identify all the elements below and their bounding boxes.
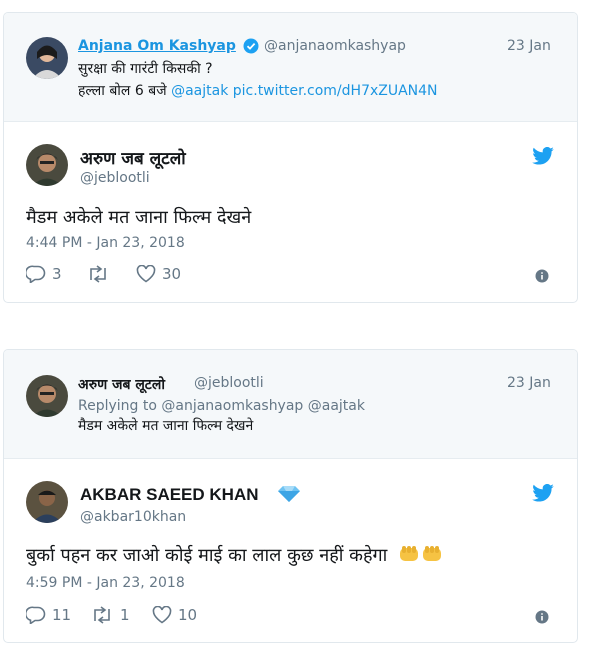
quoted-text-prefix: हल्ला बोल 6 बजे (78, 83, 167, 99)
like-count: 10 (178, 606, 198, 624)
avatar[interactable] (26, 375, 68, 417)
like-button[interactable]: 30 (136, 265, 181, 283)
author-handle[interactable]: @akbar10khan (80, 509, 186, 525)
quoted-text: मैडम अकेले मत जाना फिल्म देखने (78, 418, 254, 434)
quoted-author-handle[interactable]: @jeblootli (194, 375, 264, 391)
retweet-icon (90, 265, 106, 283)
tweet-text-body: बुर्का पहन कर जाओ कोई माई का लाल कुछ नही… (26, 545, 388, 566)
retweet-button[interactable] (86, 265, 116, 283)
verified-badge-icon (243, 38, 259, 58)
author-name[interactable]: AKBAR SAEED KHAN (80, 485, 259, 505)
quoted-text-line-2: हल्ला बोल 6 बजे @aajtak pic.twitter.com/… (78, 82, 438, 101)
quoted-date[interactable]: 23 Jan (507, 38, 551, 54)
info-icon[interactable] (535, 609, 549, 628)
like-button[interactable]: 10 (152, 606, 197, 624)
replying-to[interactable]: Replying to @anjanaomkashyap @aajtak (78, 397, 365, 416)
retweet-count: 1 (120, 606, 130, 624)
quoted-date[interactable]: 23 Jan (507, 375, 551, 391)
retweet-icon (94, 606, 110, 624)
like-count: 30 (162, 265, 182, 283)
info-icon[interactable] (535, 268, 549, 287)
quoted-tweet[interactable]: Anjana Om Kashyap @anjanaomkashyap 23 Ja… (4, 13, 577, 122)
heart-icon (136, 265, 156, 283)
diamond-emoji-icon (278, 486, 300, 506)
reply-button[interactable]: 11 (26, 606, 71, 624)
tweet-text: मैडम अकेले मत जाना फिल्म देखने (26, 207, 252, 228)
author-name[interactable]: अरुण जब लूटलो (80, 146, 186, 169)
avatar[interactable] (26, 144, 68, 186)
tweet-timestamp[interactable]: 4:44 PM - Jan 23, 2018 (26, 235, 185, 251)
fist-emoji-icon (399, 545, 443, 568)
reply-icon (26, 265, 46, 283)
twitter-bird-icon[interactable] (532, 146, 554, 169)
avatar[interactable] (26, 481, 68, 523)
quoted-tweet[interactable]: अरुण जब लूटलो @jeblootli 23 Jan Replying… (4, 350, 577, 459)
reply-button[interactable]: 3 (26, 265, 62, 283)
reply-count: 11 (52, 606, 72, 624)
avatar[interactable] (26, 37, 68, 79)
heart-icon (152, 606, 172, 624)
tweet-timestamp[interactable]: 4:59 PM - Jan 23, 2018 (26, 575, 185, 591)
media-link[interactable]: pic.twitter.com/dH7xZUAN4N (233, 83, 438, 99)
embedded-tweet-card: Anjana Om Kashyap @anjanaomkashyap 23 Ja… (3, 12, 578, 303)
retweet-button[interactable]: 1 (90, 606, 130, 624)
quoted-text-line-1: सुरक्षा की गारंटी किसकी ? (78, 61, 213, 77)
quoted-author-name[interactable]: अरुण जब लूटलो (78, 375, 165, 394)
quoted-author-name[interactable]: Anjana Om Kashyap (78, 38, 236, 54)
tweet-text: बुर्का पहन कर जाओ कोई माई का लाल कुछ नही… (26, 543, 443, 568)
embedded-tweet-card: अरुण जब लूटलो @jeblootli 23 Jan Replying… (3, 349, 578, 643)
quoted-author-handle[interactable]: @anjanaomkashyap (264, 38, 406, 54)
author-handle[interactable]: @jeblootli (80, 170, 150, 186)
reply-count: 3 (52, 265, 62, 283)
twitter-bird-icon[interactable] (532, 483, 554, 506)
reply-icon (26, 606, 46, 624)
mention-link[interactable]: @aajtak (171, 83, 228, 99)
